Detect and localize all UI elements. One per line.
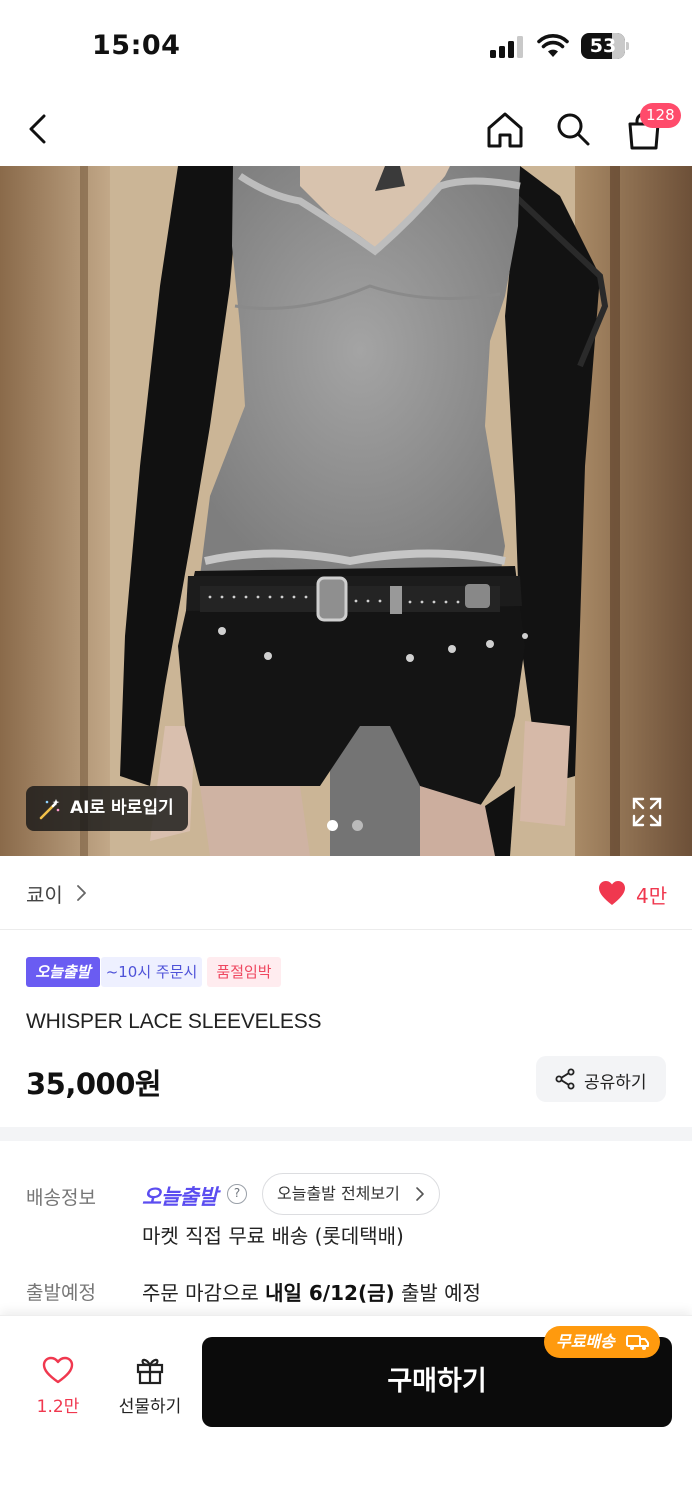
chevron-right-icon bbox=[416, 1187, 424, 1201]
wishlist-count: 1.2만 bbox=[36, 1397, 80, 1417]
ai-try-on-label: AI로 바로입기 bbox=[70, 798, 174, 818]
product-photo bbox=[0, 166, 692, 856]
departure-suffix: 출발 예정 bbox=[400, 1281, 481, 1305]
heart-filled-icon[interactable] bbox=[598, 880, 626, 906]
gift-icon bbox=[136, 1358, 164, 1385]
store-name-link[interactable]: 쿄이 bbox=[26, 879, 63, 908]
store-row: 쿄이 4만 bbox=[0, 857, 692, 930]
status-bar: 15:04 53 bbox=[0, 0, 692, 92]
free-shipping-tag: 무료배송 bbox=[544, 1326, 660, 1358]
gift-button[interactable]: 선물하기 bbox=[108, 1346, 192, 1426]
home-icon[interactable] bbox=[484, 109, 526, 151]
top-nav-bar bbox=[0, 92, 692, 166]
search-icon[interactable] bbox=[553, 109, 593, 149]
free-shipping-label: 무료배송 bbox=[556, 1332, 615, 1351]
product-title: WHISPER LACE SLEEVELESS bbox=[26, 1010, 322, 1033]
departure-date: 내일 6/12(금) bbox=[265, 1281, 395, 1305]
help-question-icon[interactable]: ? bbox=[227, 1184, 247, 1204]
share-button[interactable]: 공유하기 bbox=[536, 1056, 666, 1102]
shipping-description: 마켓 직접 무료 배송 (롯데택배) bbox=[142, 1224, 404, 1248]
today-ship-badge: 오늘출발 bbox=[26, 957, 100, 987]
low-stock-badge: 품절임박 bbox=[207, 957, 281, 987]
today-ship-view-all-button[interactable]: 오늘출발 전체보기 bbox=[262, 1173, 440, 1215]
departure-info: 주문 마감으로 내일 6/12(금) 출발 예정 bbox=[142, 1277, 481, 1306]
today-ship-brand: 오늘출발 bbox=[142, 1185, 218, 1209]
departure-label: 출발예정 bbox=[26, 1282, 96, 1304]
wifi-icon bbox=[537, 34, 569, 57]
shipping-info-label: 배송정보 bbox=[26, 1187, 96, 1209]
share-icon bbox=[555, 1068, 575, 1090]
battery-icon: 53 bbox=[581, 33, 629, 59]
carousel-pagination bbox=[327, 820, 367, 832]
status-time: 15:04 bbox=[92, 30, 181, 61]
store-like-count: 4만 bbox=[636, 884, 668, 908]
today-ship-view-all-label: 오늘출발 전체보기 bbox=[277, 1184, 400, 1203]
order-cutoff-badge: ~10시 주문시 bbox=[101, 957, 202, 987]
pagination-dot bbox=[352, 820, 363, 831]
fullscreen-expand-icon[interactable] bbox=[632, 797, 662, 827]
share-label: 공유하기 bbox=[584, 1073, 647, 1093]
cellular-signal-icon bbox=[490, 36, 526, 58]
pagination-dot-active bbox=[327, 820, 338, 831]
wishlist-button[interactable]: 1.2만 bbox=[24, 1346, 92, 1426]
ai-try-on-button[interactable]: AI로 바로입기 bbox=[26, 786, 188, 831]
battery-level: 53 bbox=[589, 35, 617, 57]
cart-count-badge: 128 bbox=[640, 103, 681, 128]
departure-prefix: 주문 마감으로 bbox=[142, 1281, 259, 1305]
heart-outline-icon bbox=[42, 1356, 74, 1384]
magic-wand-icon bbox=[39, 799, 60, 820]
section-divider bbox=[0, 1127, 692, 1141]
back-arrow-icon[interactable] bbox=[18, 109, 58, 149]
delivery-truck-icon bbox=[626, 1335, 649, 1350]
chevron-right-icon[interactable] bbox=[74, 883, 88, 903]
gift-label: 선물하기 bbox=[118, 1397, 182, 1417]
product-price: 35,000원 bbox=[26, 1067, 162, 1101]
product-image-carousel[interactable] bbox=[0, 166, 692, 856]
